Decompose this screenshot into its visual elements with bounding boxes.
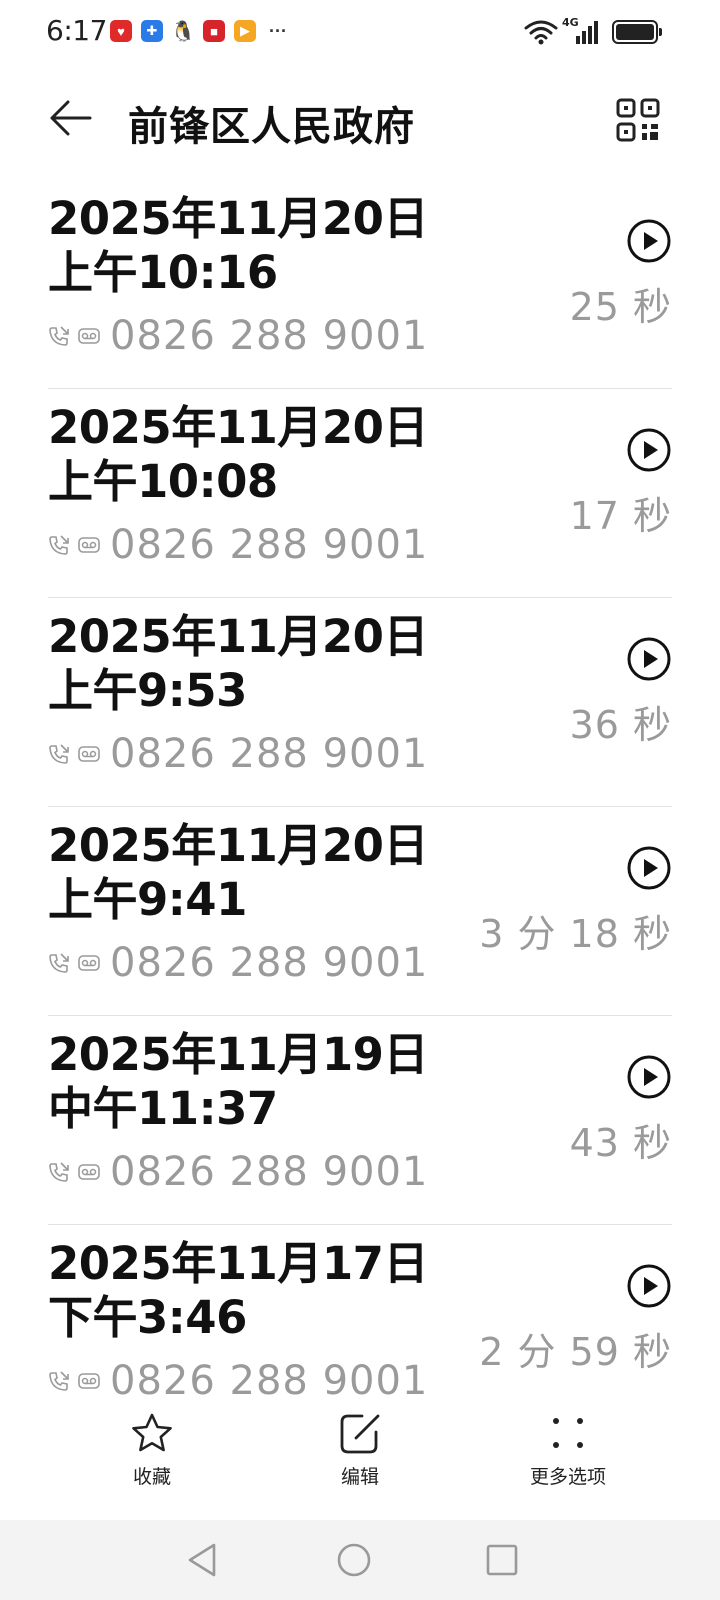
record-date: 2025年11月17日	[48, 1237, 429, 1290]
battery-icon	[612, 20, 662, 44]
voicemail-icon	[78, 1370, 100, 1392]
voicemail-icon	[78, 952, 100, 974]
qr-code-icon	[616, 98, 660, 142]
more-options-label: 更多选项	[529, 1466, 606, 1488]
record-duration: 3 分 18 秒	[479, 912, 672, 956]
record-time: 上午9:53	[48, 664, 247, 717]
play-button[interactable]	[626, 427, 672, 473]
square-recents-icon	[486, 1544, 518, 1576]
voicemail-icon	[78, 1161, 100, 1183]
record-number: 0826 288 9001	[110, 1358, 429, 1404]
record-time: 上午10:08	[48, 455, 278, 508]
page-title: 前锋区人民政府	[128, 104, 415, 150]
list-item[interactable]: 2025年11月20日 上午10:16 0826 288 9001 25 秒	[48, 180, 672, 389]
play-button[interactable]	[626, 1263, 672, 1309]
app-red2-icon: ■	[203, 20, 225, 42]
record-number: 0826 288 9001	[110, 522, 429, 568]
play-icon	[627, 846, 671, 890]
nav-home-button[interactable]	[334, 1540, 374, 1580]
record-subline: 0826 288 9001	[48, 730, 428, 778]
record-time: 下午3:46	[48, 1291, 247, 1344]
notification-icons: ♥ ✚ 🐧 ■ ▶ ···	[110, 20, 291, 43]
arrow-left-icon	[50, 100, 92, 136]
record-number: 0826 288 9001	[110, 940, 429, 986]
app-blue-icon: ✚	[141, 20, 163, 42]
wifi-icon	[524, 18, 558, 46]
call-icon	[48, 952, 70, 974]
back-button[interactable]	[44, 96, 96, 140]
favorite-label: 收藏	[132, 1466, 171, 1488]
record-number: 0826 288 9001	[110, 313, 429, 359]
more-options-button[interactable]: 更多选项	[498, 1400, 638, 1500]
list-item[interactable]: 2025年11月20日 上午9:41 0826 288 9001 3 分 18 …	[48, 807, 672, 1016]
call-icon	[48, 1161, 70, 1183]
record-duration: 43 秒	[569, 1121, 672, 1165]
list-item[interactable]: 2025年11月20日 上午9:53 0826 288 9001 36 秒	[48, 598, 672, 807]
record-date: 2025年11月20日	[48, 819, 429, 872]
favorite-button[interactable]: 收藏	[82, 1400, 222, 1500]
call-record-list: 2025年11月20日 上午10:16 0826 288 9001 25 秒 2…	[48, 180, 672, 1434]
record-subline: 0826 288 9001	[48, 521, 428, 569]
nav-recents-button[interactable]	[482, 1540, 522, 1580]
play-icon	[627, 428, 671, 472]
record-subline: 0826 288 9001	[48, 1357, 428, 1405]
play-button[interactable]	[626, 218, 672, 264]
header: 前锋区人民政府	[0, 80, 720, 160]
star-icon	[132, 1413, 172, 1452]
record-date: 2025年11月20日	[48, 192, 429, 245]
play-icon	[627, 1055, 671, 1099]
call-icon	[48, 325, 70, 347]
call-icon	[48, 1370, 70, 1392]
record-date: 2025年11月20日	[48, 610, 429, 663]
bottom-toolbar: 收藏 编辑 更多选项	[0, 1400, 720, 1500]
voicemail-icon	[78, 325, 100, 347]
more-notifications-icon: ···	[269, 20, 287, 41]
app-orange-icon: ▶	[234, 20, 256, 42]
record-date: 2025年11月19日	[48, 1028, 429, 1081]
play-button[interactable]	[626, 1054, 672, 1100]
record-number: 0826 288 9001	[110, 731, 429, 777]
record-time: 上午10:16	[48, 246, 278, 299]
record-duration: 17 秒	[569, 494, 672, 538]
edit-button[interactable]: 编辑	[290, 1400, 430, 1500]
play-icon	[627, 1264, 671, 1308]
voicemail-icon	[78, 743, 100, 765]
circle-home-icon	[337, 1543, 371, 1577]
record-duration: 2 分 59 秒	[479, 1330, 672, 1374]
call-icon	[48, 534, 70, 556]
system-navigation-bar	[0, 1520, 720, 1600]
call-icon	[48, 743, 70, 765]
record-subline: 0826 288 9001	[48, 312, 428, 360]
list-item[interactable]: 2025年11月19日 中午11:37 0826 288 9001 43 秒	[48, 1016, 672, 1225]
play-button[interactable]	[626, 845, 672, 891]
triangle-back-icon	[188, 1543, 216, 1577]
play-icon	[627, 637, 671, 681]
list-item[interactable]: 2025年11月20日 上午10:08 0826 288 9001 17 秒	[48, 389, 672, 598]
qr-code-button[interactable]	[616, 98, 660, 142]
record-subline: 0826 288 9001	[48, 1148, 428, 1196]
more-dots-icon	[553, 1418, 583, 1448]
cellular-signal-icon: 4G	[562, 16, 604, 46]
voicemail-icon	[78, 534, 100, 556]
qq-icon: 🐧	[170, 20, 196, 43]
record-number: 0826 288 9001	[110, 1149, 429, 1195]
edit-icon	[340, 1414, 380, 1454]
record-time: 中午11:37	[48, 1082, 278, 1135]
play-icon	[627, 219, 671, 263]
edit-label: 编辑	[340, 1466, 379, 1488]
record-time: 上午9:41	[48, 873, 247, 926]
nav-back-button[interactable]	[184, 1540, 224, 1580]
play-button[interactable]	[626, 636, 672, 682]
record-subline: 0826 288 9001	[48, 939, 428, 987]
app-red-icon: ♥	[110, 20, 132, 42]
status-bar: 6:17 ♥ ✚ 🐧 ■ ▶ ··· 4G	[0, 0, 720, 64]
record-duration: 25 秒	[569, 285, 672, 329]
status-time: 6:17	[46, 14, 107, 47]
record-duration: 36 秒	[569, 703, 672, 747]
record-date: 2025年11月20日	[48, 401, 429, 454]
